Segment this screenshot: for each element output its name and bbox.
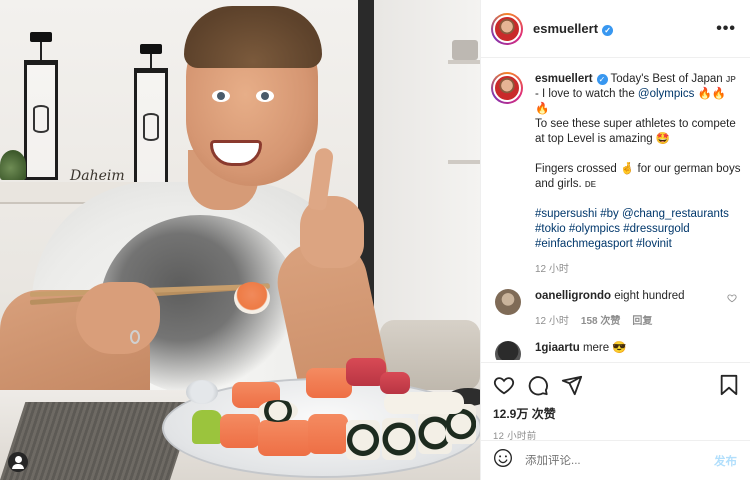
reply-button[interactable]: 回复 <box>632 314 652 329</box>
share-icon[interactable] <box>561 374 583 396</box>
commenter-username[interactable]: oanelligrondo <box>535 290 611 302</box>
sushi-piece <box>192 410 222 444</box>
caption-paragraph: To see these super athletes to compete a… <box>535 118 736 145</box>
comment-like-icon[interactable] <box>727 293 737 306</box>
post-caption: esmuellert ✓ Today's Best of Japan JP - I… <box>481 58 750 277</box>
star-eyes-emoji: 🤩 <box>655 133 671 145</box>
wall-sign: Daheim <box>70 168 125 184</box>
comment-text: mere 😎 <box>582 342 627 354</box>
maki-roll <box>382 418 416 460</box>
mention-link[interactable]: @olympics <box>638 88 694 100</box>
person-eye <box>212 90 230 102</box>
person-hair <box>184 6 322 68</box>
comment-input[interactable] <box>525 454 685 467</box>
comment-icon[interactable] <box>527 374 549 396</box>
comment-item: oanelligrondo eight hundred 12 小时 158 次赞… <box>481 277 750 329</box>
sushi-piece <box>258 420 312 456</box>
tagged-users-icon[interactable] <box>8 452 28 472</box>
verified-badge-icon: ✓ <box>602 25 614 36</box>
like-count[interactable]: 12.9万 次赞 <box>493 405 739 422</box>
sushi-piece <box>308 414 348 454</box>
caption-text: Today's Best of Japan <box>610 73 723 85</box>
japan-flag-icon: JP <box>725 75 736 84</box>
hashtag-link[interactable]: #tokio #olympics #dressurgold #einfachme… <box>535 223 690 250</box>
background-plant <box>0 150 26 180</box>
background-shelf <box>448 60 480 64</box>
emoji-icon[interactable] <box>493 448 513 473</box>
soy-sauce-dish <box>186 380 218 404</box>
more-options-icon[interactable]: ••• <box>716 20 736 38</box>
comment-text: eight hundred <box>614 290 685 302</box>
person-left-hand <box>76 282 160 354</box>
hashtag-link[interactable]: #supersushi #by <box>535 208 622 220</box>
germany-flag-icon: DE <box>584 180 596 189</box>
author-username[interactable]: esmuellert ✓ <box>533 21 614 36</box>
sushi-piece <box>220 414 260 448</box>
commenter-avatar[interactable] <box>495 341 521 360</box>
caption-username[interactable]: esmuellert <box>535 73 593 85</box>
held-sushi-piece <box>234 282 270 314</box>
sushi-piece <box>380 372 410 394</box>
person-eye <box>256 90 274 102</box>
pendant-lamp <box>24 32 58 180</box>
verified-badge-icon: ✓ <box>596 74 608 85</box>
post-comment-button[interactable]: 发布 <box>714 453 737 469</box>
fire-emoji: 🔥 <box>535 103 550 115</box>
background-shelf <box>448 160 480 164</box>
napkin <box>0 402 196 480</box>
fire-emoji: 🔥🔥 <box>697 88 727 100</box>
background-shelf-items <box>452 40 478 60</box>
caption-hashtags: #supersushi #by @chang_restaurants #toki… <box>535 207 741 252</box>
post-photo[interactable]: Daheim <box>0 0 480 480</box>
add-comment-bar: 发布 <box>481 440 750 480</box>
mention-link[interactable]: @chang_restaurants <box>622 208 729 220</box>
post-sidebar: esmuellert ✓ ••• esmuellert ✓ Today's Best… <box>480 0 750 480</box>
pendant-lamp <box>134 44 168 188</box>
post-actions: 12.9万 次赞 12 小时前 <box>481 362 750 442</box>
bookmark-icon[interactable] <box>719 374 739 396</box>
wedding-ring <box>130 330 140 344</box>
caption-text: - I love to watch the <box>535 88 638 100</box>
comment-item: 1giaartu mere 😎 <box>481 329 750 360</box>
caption-paragraph: Fingers crossed 🤞 for our german boys an… <box>535 163 741 190</box>
maki-roll <box>346 420 380 460</box>
author-avatar[interactable] <box>491 12 523 45</box>
heart-icon[interactable] <box>493 374 515 396</box>
commenter-username[interactable]: 1giaartu <box>535 342 580 354</box>
crossed-fingers-emoji: 🤞 <box>620 163 635 175</box>
commenter-avatar[interactable] <box>495 289 521 315</box>
sushi-piece <box>258 400 298 422</box>
caption-author-avatar[interactable] <box>491 72 523 104</box>
comment-likes[interactable]: 158 次赞 <box>581 314 620 329</box>
comment-timestamp: 12 小时 <box>535 316 569 327</box>
sushi-piece <box>384 392 464 414</box>
post-header: esmuellert ✓ ••• <box>481 0 750 58</box>
caption-timestamp: 12 小时 <box>535 264 569 275</box>
comments-list[interactable]: esmuellert ✓ Today's Best of Japan JP - I… <box>481 58 750 360</box>
